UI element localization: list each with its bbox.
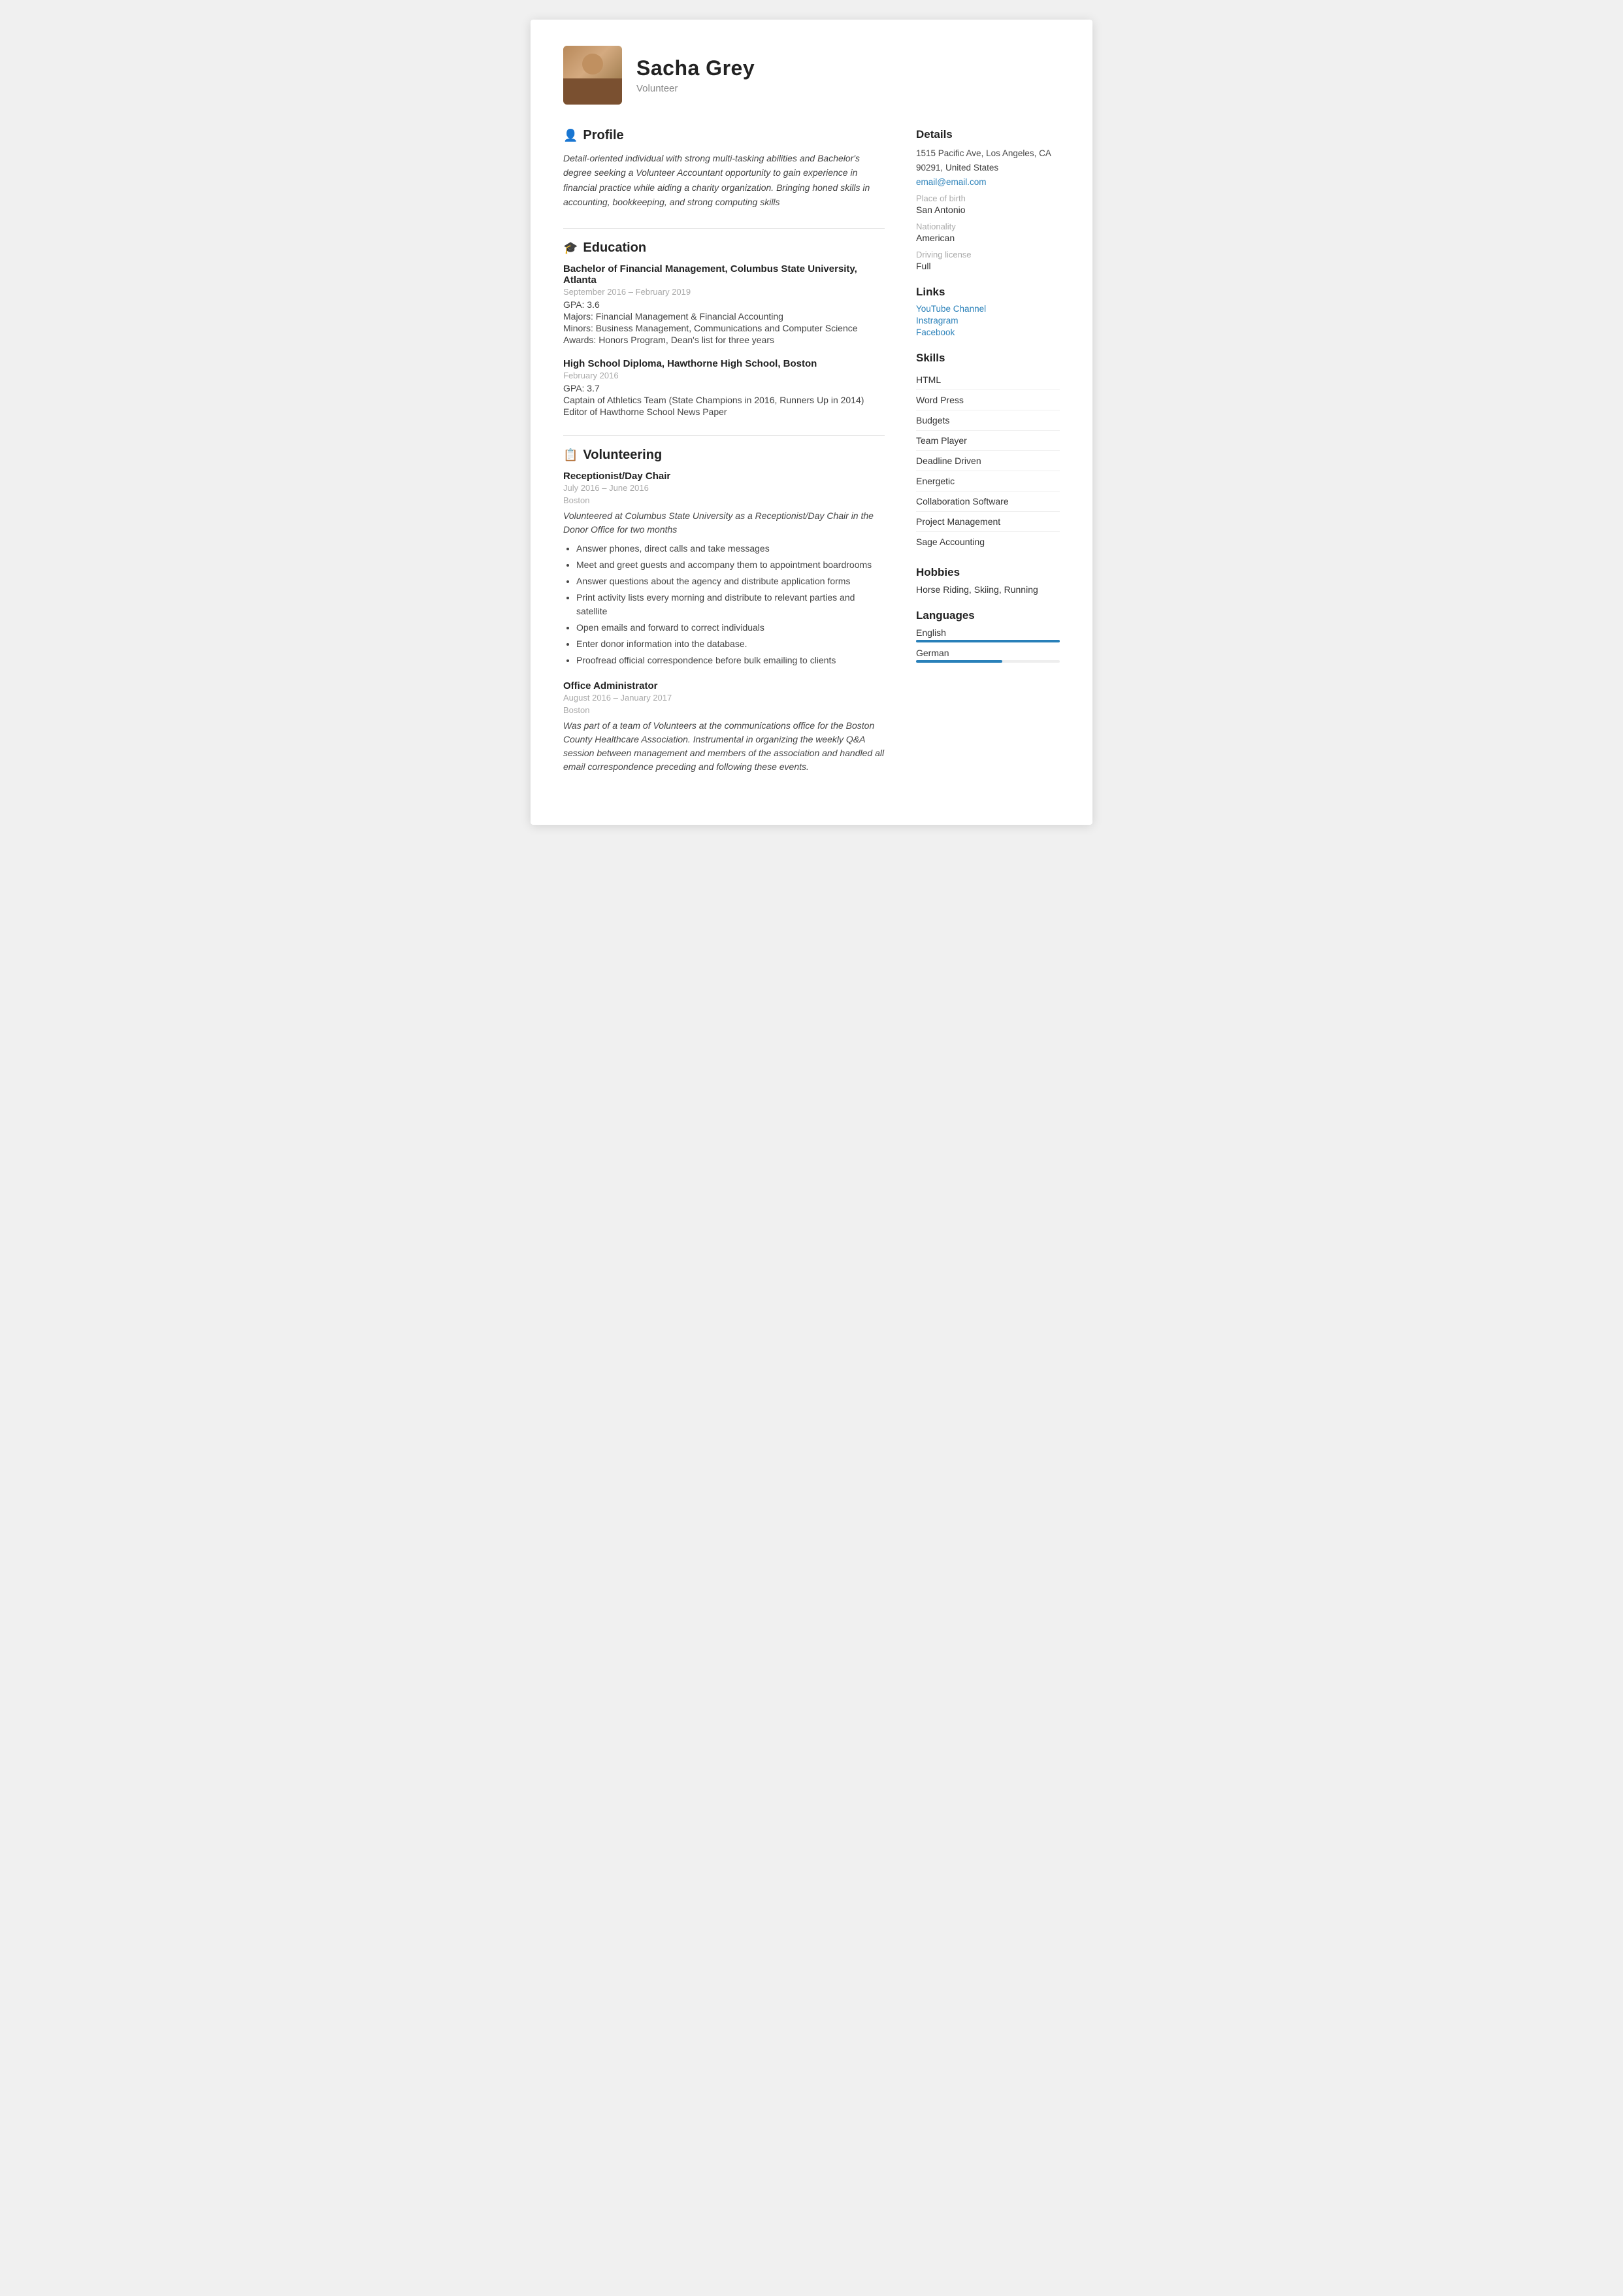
edu-item-2: High School Diploma, Hawthorne High Scho… — [563, 358, 885, 417]
skill-team-player: Team Player — [916, 431, 1060, 451]
links-section: Links YouTube Channel Instragram Faceboo… — [916, 286, 1060, 337]
list-item: Print activity lists every morning and d… — [576, 591, 885, 618]
list-item: Answer questions about the agency and di… — [576, 574, 885, 588]
list-item: Open emails and forward to correct indiv… — [576, 621, 885, 635]
education-section-title: 🎓 Education — [563, 241, 885, 256]
divider-2 — [563, 435, 885, 436]
profile-section: 👤 Profile Detail-oriented individual wit… — [563, 128, 885, 210]
edu-detail-gpa-2: GPA: 3.7 — [563, 383, 885, 393]
lang-german-bar-fill — [916, 660, 1002, 663]
vol-item-2: Office Administrator August 2016 – Janua… — [563, 680, 885, 774]
skill-html: HTML — [916, 370, 1060, 390]
link-youtube[interactable]: YouTube Channel — [916, 304, 1060, 314]
vol-dates-2: August 2016 – January 2017 — [563, 693, 885, 703]
nationality-label: Nationality — [916, 222, 1060, 231]
edu-detail-awards: Awards: Honors Program, Dean's list for … — [563, 335, 885, 345]
profile-text: Detail-oriented individual with strong m… — [563, 151, 885, 210]
skill-energetic: Energetic — [916, 471, 1060, 491]
volunteering-icon: 📋 — [563, 448, 578, 462]
vol-desc-1: Volunteered at Columbus State University… — [563, 509, 885, 537]
hobbies-text: Horse Riding, Skiing, Running — [916, 584, 1060, 595]
driving-license-value: Full — [916, 261, 1060, 271]
edu-dates-2: February 2016 — [563, 371, 885, 380]
header: Sacha Grey Volunteer — [563, 46, 1060, 105]
link-facebook[interactable]: Facebook — [916, 327, 1060, 337]
avatar — [563, 46, 622, 105]
edu-detail-gpa-1: GPA: 3.6 — [563, 299, 885, 310]
vol-desc-2: Was part of a team of Volunteers at the … — [563, 719, 885, 774]
details-section: Details 1515 Pacific Ave, Los Angeles, C… — [916, 128, 1060, 271]
vol-location-1: Boston — [563, 495, 885, 505]
lang-german-bar-bg — [916, 660, 1060, 663]
vol-title-2: Office Administrator — [563, 680, 885, 691]
details-title: Details — [916, 128, 1060, 141]
lang-english: English — [916, 627, 1060, 642]
education-section: 🎓 Education Bachelor of Financial Manage… — [563, 241, 885, 417]
candidate-subtitle: Volunteer — [636, 83, 755, 94]
links-title: Links — [916, 286, 1060, 299]
edu-item-1: Bachelor of Financial Management, Columb… — [563, 263, 885, 345]
hobbies-section: Hobbies Horse Riding, Skiing, Running — [916, 566, 1060, 595]
edu-detail-athletics: Captain of Athletics Team (State Champio… — [563, 395, 885, 405]
skills-title: Skills — [916, 352, 1060, 365]
lang-german-name: German — [916, 648, 1060, 658]
place-of-birth-label: Place of birth — [916, 193, 1060, 203]
lang-english-bar-bg — [916, 640, 1060, 642]
list-item: Proofread official correspondence before… — [576, 654, 885, 667]
header-text: Sacha Grey Volunteer — [636, 56, 755, 94]
candidate-name: Sacha Grey — [636, 56, 755, 80]
vol-item-1: Receptionist/Day Chair July 2016 – June … — [563, 471, 885, 667]
skill-budgets: Budgets — [916, 410, 1060, 431]
vol-title-1: Receptionist/Day Chair — [563, 471, 885, 482]
skill-sage-accounting: Sage Accounting — [916, 532, 1060, 552]
divider-1 — [563, 228, 885, 229]
list-item: Enter donor information into the databas… — [576, 637, 885, 651]
lang-english-name: English — [916, 627, 1060, 638]
languages-title: Languages — [916, 609, 1060, 622]
detail-address: 1515 Pacific Ave, Los Angeles, CA 90291,… — [916, 146, 1060, 175]
right-column: Details 1515 Pacific Ave, Los Angeles, C… — [916, 128, 1060, 792]
driving-license-label: Driving license — [916, 250, 1060, 259]
list-item: Answer phones, direct calls and take mes… — [576, 542, 885, 556]
list-item: Meet and greet guests and accompany them… — [576, 558, 885, 572]
skill-project-management: Project Management — [916, 512, 1060, 532]
resume-card: Sacha Grey Volunteer 👤 Profile Detail-or… — [531, 20, 1092, 825]
vol-dates-1: July 2016 – June 2016 — [563, 483, 885, 493]
edu-degree-1: Bachelor of Financial Management, Columb… — [563, 263, 885, 286]
nationality-value: American — [916, 233, 1060, 243]
skill-deadline-driven: Deadline Driven — [916, 451, 1060, 471]
profile-section-title: 👤 Profile — [563, 128, 885, 143]
two-col-layout: 👤 Profile Detail-oriented individual wit… — [563, 128, 1060, 792]
lang-english-bar-fill — [916, 640, 1060, 642]
volunteering-section-title: 📋 Volunteering — [563, 448, 885, 463]
link-instagram[interactable]: Instragram — [916, 316, 1060, 325]
edu-detail-editor: Editor of Hawthorne School News Paper — [563, 407, 885, 417]
edu-dates-1: September 2016 – February 2019 — [563, 287, 885, 297]
skills-section: Skills HTML Word Press Budgets Team Play… — [916, 352, 1060, 552]
vol-location-2: Boston — [563, 705, 885, 715]
hobbies-title: Hobbies — [916, 566, 1060, 579]
vol-list-1: Answer phones, direct calls and take mes… — [563, 542, 885, 667]
person-icon: 👤 — [563, 129, 578, 142]
left-column: 👤 Profile Detail-oriented individual wit… — [563, 128, 885, 792]
languages-section: Languages English German — [916, 609, 1060, 663]
edu-detail-minors: Minors: Business Management, Communicati… — [563, 323, 885, 333]
place-of-birth-value: San Antonio — [916, 205, 1060, 215]
edu-degree-2: High School Diploma, Hawthorne High Scho… — [563, 358, 885, 369]
volunteering-section: 📋 Volunteering Receptionist/Day Chair Ju… — [563, 448, 885, 774]
edu-detail-majors: Majors: Financial Management & Financial… — [563, 311, 885, 322]
detail-email: email@email.com — [916, 177, 1060, 187]
skill-collaboration-software: Collaboration Software — [916, 491, 1060, 512]
skill-wordpress: Word Press — [916, 390, 1060, 410]
education-icon: 🎓 — [563, 241, 578, 255]
lang-german: German — [916, 648, 1060, 663]
